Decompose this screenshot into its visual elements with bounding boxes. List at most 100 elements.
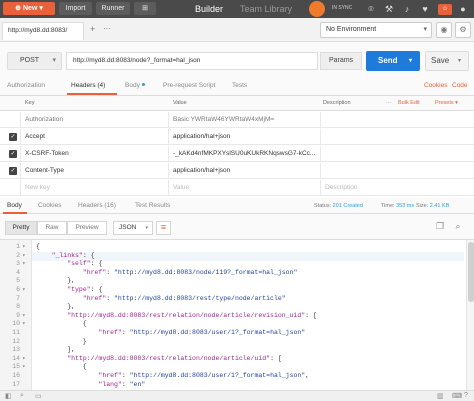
code-line: ], [36,346,76,354]
new-window-icon[interactable]: ⊞ [134,2,156,15]
tab-authorization[interactable]: Authorization [7,82,45,89]
account-icon[interactable]: ☺ [438,4,452,15]
cookies-link[interactable]: Cookies [424,82,447,89]
line-number-gutter: 1 ▾ 2 ▾ 3 ▾ 4 5 6 ▾ 7 8 9 ▾ 10 ▾ 11 12 13 14 ▾ 15 ▾ 16 17 [0,240,32,390]
vertical-scrollbar[interactable] [466,240,474,390]
header-key[interactable]: Content-Type [25,167,64,174]
header-value[interactable]: application/hal+json [173,167,321,174]
pretty-button[interactable]: Pretty [5,221,37,235]
tab-prerequest-script[interactable]: Pre-request Script [163,82,215,89]
json-string: "http://myd8.dd:8083/user/1?_format=hal_… [129,329,306,336]
url-input[interactable]: http://myd8.dd:8083/node?_format=hal_jso… [66,52,318,70]
console-icon[interactable]: ▭ [35,392,42,400]
tab-body[interactable]: Body [125,82,140,89]
chevron-down-icon: ▾ [145,225,148,231]
tab-test-results[interactable]: Test Results [135,202,170,209]
fold-toggle-icon[interactable]: ▾ [22,252,26,259]
json-key: "href" [98,329,122,336]
bulk-edit-link[interactable]: Bulk Edit [398,100,420,106]
help-icon[interactable]: ? [464,392,468,399]
raw-button[interactable]: Raw [37,221,67,235]
preview-button[interactable]: Preview [67,221,107,235]
header-checkbox[interactable]: ✓ [9,133,17,141]
json-key: "href" [82,268,107,276]
fold-toggle-icon[interactable]: ▾ [22,363,26,370]
method-select[interactable]: POST ▾ [7,52,62,70]
tab-response-cookies[interactable]: Cookies [38,202,61,209]
status-readout: Status: 201 Created [314,203,363,209]
header-value[interactable]: -_kAKd4nfMKPXYslSU0uKUkRKNqswsG7-kCc... [173,150,321,157]
header-row: ✓ Accept application/hal+json [0,129,474,145]
scrollbar-thumb[interactable] [468,242,474,302]
header-key[interactable]: Authorization [25,116,63,123]
import-button[interactable]: Import [59,2,92,15]
column-key: Key [25,100,35,106]
header-checkbox[interactable]: ✓ [9,167,17,175]
json-key: "lang" [98,380,122,388]
tab-team-library[interactable]: Team Library [235,1,297,17]
code-link[interactable]: Code [452,82,468,89]
more-tabs-icon[interactable]: ··· [103,24,113,33]
header-key[interactable]: Accept [25,133,45,140]
status-value: 201 Created [332,203,363,209]
sync-icon[interactable] [309,1,325,17]
new-value-input[interactable]: Value [173,184,321,191]
search-icon[interactable]: ⌕ [451,221,465,235]
fold-toggle-icon[interactable]: ▾ [22,355,26,362]
format-select[interactable]: JSON ▾ [113,221,153,235]
divider [168,180,169,195]
response-body-viewer[interactable]: 1 ▾ 2 ▾ 3 ▾ 4 5 6 ▾ 7 8 9 ▾ 10 ▾ 11 12 13 14 ▾ 15 ▾ 16 17 { "_li… [0,240,474,390]
fold-toggle-icon[interactable]: ▾ [22,320,26,327]
fold-toggle-icon[interactable]: ▾ [22,286,26,293]
code-line: "href": "http://myd8.dd:8083/node/119?_f… [82,268,298,276]
sidebar-toggle-icon[interactable]: ◧ [5,392,12,400]
plus-icon: ⊕ [15,5,23,12]
new-button[interactable]: ⊕ New ▾ [3,2,55,15]
copy-icon[interactable]: ❐ [433,221,447,235]
fold-toggle-icon[interactable]: ▾ [22,312,26,319]
wrench-icon[interactable]: ⚒ [384,4,394,14]
new-key-input[interactable]: New key [25,184,50,191]
search-icon[interactable]: ⌕ [20,392,24,400]
avatar[interactable]: ● [458,4,468,14]
keyboard-icon[interactable]: ⌨ [452,392,462,400]
request-tab[interactable]: http://myd8.dd:8083/ [2,22,84,40]
new-description-input[interactable]: Description [325,184,465,191]
code-line: "_links": { [51,251,95,259]
code-line: "href": "http://myd8.dd:8083/rest/type/n… [82,294,286,302]
line-number: 7 [16,294,20,302]
add-tab-icon[interactable]: + [90,24,100,34]
gear-icon[interactable]: ⚙ [455,22,471,38]
tab-headers[interactable]: Headers (4) [71,82,105,89]
code-line: }, [36,277,76,285]
presets-dropdown[interactable]: Presets ▾ [435,100,458,106]
line-number: 8 [16,303,20,311]
header-value[interactable]: Basic YWRtaW46YWRtaW4xMjM= [173,116,321,123]
runner-button[interactable]: Runner [96,2,130,15]
tab-builder[interactable]: Builder [183,1,235,17]
heart-icon[interactable]: ♥ [420,4,430,14]
bell-icon[interactable]: ♪ [402,4,412,14]
header-key[interactable]: X-CSRF-Token [25,150,69,157]
header-row: Authorization Basic YWRtaW46YWRtaW4xMjM= [0,112,474,128]
line-number: 10 [12,320,20,328]
header-checkbox[interactable]: ✓ [9,150,17,158]
eye-icon[interactable]: ◉ [436,22,452,38]
wrap-lines-icon[interactable]: ≡ [156,221,171,235]
satellite-icon[interactable]: ⌾ [366,4,376,14]
tab-tests[interactable]: Tests [232,82,247,89]
params-button[interactable]: Params [320,52,362,70]
header-value[interactable]: application/hal+json [173,133,321,140]
layout-icon[interactable]: ▥ [437,392,444,400]
fold-toggle-icon[interactable]: ▾ [22,260,26,267]
save-button[interactable]: Save ▾ [425,51,469,71]
tab-response-headers[interactable]: Headers (16) [78,202,116,209]
line-number: 4 [16,268,20,276]
send-button[interactable]: Send ▾ [366,51,420,71]
json-key: "http://myd8.dd:8083/rest/relation/node/… [67,354,271,362]
code-line: }, [36,303,76,311]
fold-toggle-icon[interactable]: ▾ [22,243,26,250]
more-options-icon[interactable]: ··· [386,100,392,106]
environment-select[interactable]: No Environment ▾ [320,22,432,38]
tab-response-body[interactable]: Body [7,202,22,209]
